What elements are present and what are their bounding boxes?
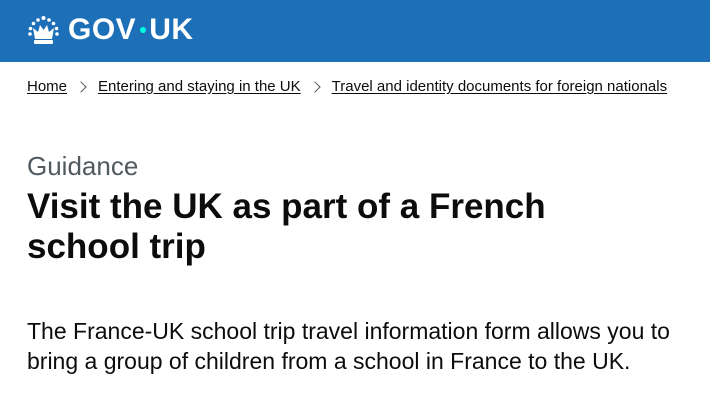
site-header: GOV UK	[0, 0, 710, 62]
breadcrumb: Home Entering and staying in the UK Trav…	[27, 76, 667, 98]
govuk-wordmark: GOV UK	[68, 13, 194, 47]
breadcrumb-travel-identity-documents[interactable]: Travel and identity documents for foreig…	[332, 76, 667, 98]
breadcrumb-entering-and-staying[interactable]: Entering and staying in the UK	[98, 76, 301, 98]
page-title: Visit the UK as part of a French school …	[27, 187, 546, 266]
govuk-logo-link[interactable]: GOV UK	[27, 13, 194, 47]
lead-paragraph: The France-UK school trip travel informa…	[27, 318, 670, 374]
page-caption: Guidance	[27, 151, 139, 181]
wordmark-gov: GOV	[68, 13, 137, 46]
wordmark-uk: UK	[149, 13, 194, 46]
wordmark-dot	[140, 27, 147, 33]
chevron-right-icon	[308, 81, 321, 93]
crown-icon	[28, 15, 59, 44]
breadcrumb-home[interactable]: Home	[27, 76, 67, 98]
chevron-right-icon	[75, 81, 87, 93]
